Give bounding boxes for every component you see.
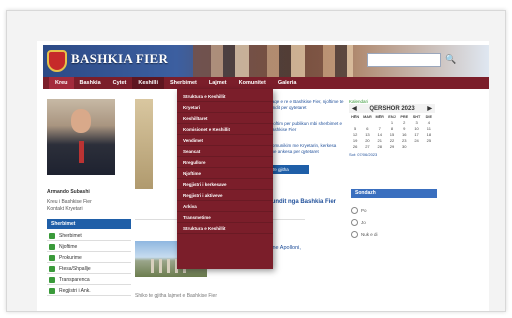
news-link[interactable]: Komunikim me Kryetarin, kerkesa dhe anke… [269,143,345,155]
keshilli-dropdown-menu: Struktura e Keshillit Kryetari Keshillta… [177,89,273,269]
dropdown-item[interactable]: Njoftime [177,168,273,179]
sidebar-item-label: Ftesa/Shpallje [59,266,91,272]
header-photo-strip [193,45,353,77]
calendar-day[interactable]: 26 [349,144,361,150]
poll-option-label: Po [361,208,367,213]
webpage: BASHKIA FIER 🔍 Kreu Bashkia Cytet Keshil… [37,41,489,311]
bullet-icon [49,277,55,283]
mayor-contact[interactable]: Kontakt Kryetari [47,206,83,212]
nav-item-lajmet[interactable]: Lajmet [203,77,233,89]
poll-option-label: Jo [361,220,366,225]
dropdown-item[interactable]: Rregullore [177,157,273,168]
sidebar-item[interactable]: Prokurime [47,253,131,263]
dropdown-item[interactable]: Struktura e Keshillit [177,223,273,234]
bullet-icon [49,288,55,294]
nav-item-komunitet[interactable]: Komunitet [233,77,272,89]
sidebar-item[interactable]: Transparenca [47,275,131,285]
bullet-icon [49,233,55,239]
news-link[interactable]: Faqe e re e Bashkise Fier, njoftime te f… [269,99,345,111]
dropdown-item[interactable]: Regjistri i kerkesave [177,179,273,190]
sidebar-header: Sherbimet [47,219,131,229]
mayor-face [71,109,91,133]
sidebar-item-label: Prokurime [59,255,82,261]
mayor-role: Kreu i Bashkise Fier [47,199,92,205]
sidebar-item[interactable]: Regjistri i Ank. [47,286,131,296]
next-month-icon[interactable]: ▶ [427,105,432,112]
news-links: Faqe e re e Bashkise Fier, njoftime te f… [269,99,345,174]
dropdown-item[interactable]: Arkiva [177,201,273,212]
nav-item-sherbimet[interactable]: Sherbimet [164,77,203,89]
poll-option[interactable]: Po [351,207,367,214]
dropdown-item[interactable]: Regjistri i aktiveve [177,190,273,201]
sidebar-item-label: Njoftime [59,244,78,250]
dropdown-item[interactable]: Komisionet e Keshillit [177,124,273,135]
header-banner: BASHKIA FIER 🔍 [43,45,489,77]
poll-option[interactable]: Jo [351,219,366,226]
mayor-name: Armando Subashi [47,189,90,195]
calendar-grid: HËN MAR MËR ENJ PRE SHT DIE 1 2 3 4 5 6 7 8 9 10 11 12 13 14… [349,114,435,150]
window-frame: BASHKIA FIER 🔍 Kreu Bashkia Cytet Keshil… [6,10,506,312]
news-footer-text[interactable]: Shiko te gjitha lajmet e Bashkise Fier [135,293,217,299]
dropdown-item[interactable]: Kryetari [177,102,273,113]
sidebar-item[interactable]: Sherbimet [47,231,131,241]
sidebar-item[interactable]: Njoftime [47,242,131,252]
calendar-day [410,144,422,150]
nav-item-bashkia[interactable]: Bashkia [74,77,107,89]
prev-month-icon[interactable]: ◀ [352,105,357,112]
bullet-icon [49,244,55,250]
sidebar-item-label: Transparenca [59,277,90,283]
poll-header: Sondazh [351,189,437,198]
dropdown-item[interactable]: Transmetime [177,212,273,223]
site-title[interactable]: BASHKIA FIER [71,51,168,67]
mayor-tie [79,141,84,163]
calendar-today: Sot: 07/06/2023 [349,152,378,157]
dropdown-item[interactable]: Seancat [177,146,273,157]
main-nav: Kreu Bashkia Cytet Keshilli Sherbimet La… [43,77,489,89]
calendar-month: QERSHOR 2023 [369,105,415,112]
nav-item-kreu[interactable]: Kreu [49,77,74,89]
calendar-header: ◀ QERSHOR 2023 ▶ [349,104,435,113]
slider-image-edge[interactable] [135,99,153,189]
dropdown-item[interactable]: Keshilltaret [177,113,273,124]
radio-icon[interactable] [351,207,358,214]
ruin-column [167,259,170,273]
sidebar-item-label: Sherbimet [59,233,82,239]
calendar-day[interactable]: 28 [374,144,386,150]
nav-item-cytet[interactable]: Cytet [107,77,133,89]
sidebar-item-label: Regjistri i Ank. [59,288,91,294]
ruin-column [151,259,154,273]
calendar-widget: Kalendari ◀ QERSHOR 2023 ▶ HËN MAR MËR ENJ P… [349,99,435,157]
dropdown-item[interactable]: Struktura e Keshillit [177,91,273,102]
radio-icon[interactable] [351,219,358,226]
nav-item-galeria[interactable]: Galeria [272,77,303,89]
poll-option[interactable]: Nuk e di [351,231,378,238]
search-icon[interactable]: 🔍 [445,53,457,65]
bullet-icon [49,266,55,272]
municipality-logo[interactable] [47,50,67,72]
calendar-day[interactable]: 30 [398,144,410,150]
bullet-icon [49,255,55,261]
ruin-column [159,259,162,273]
calendar-day [423,144,435,150]
calendar-day[interactable]: 29 [386,144,398,150]
sidebar-item[interactable]: Ftesa/Shpallje [47,264,131,274]
poll-option-label: Nuk e di [361,232,378,237]
dropdown-item[interactable]: Vendimet [177,135,273,146]
nav-item-keshilli[interactable]: Keshilli [132,77,164,89]
mayor-photo[interactable] [47,99,115,175]
radio-icon[interactable] [351,231,358,238]
all-news-button[interactable]: Te gjitha [269,165,309,174]
search-input[interactable] [367,53,441,67]
calendar-day[interactable]: 27 [361,144,373,150]
news-link[interactable]: Njoftim per publikun mbi sherbimet e Bas… [269,121,345,133]
